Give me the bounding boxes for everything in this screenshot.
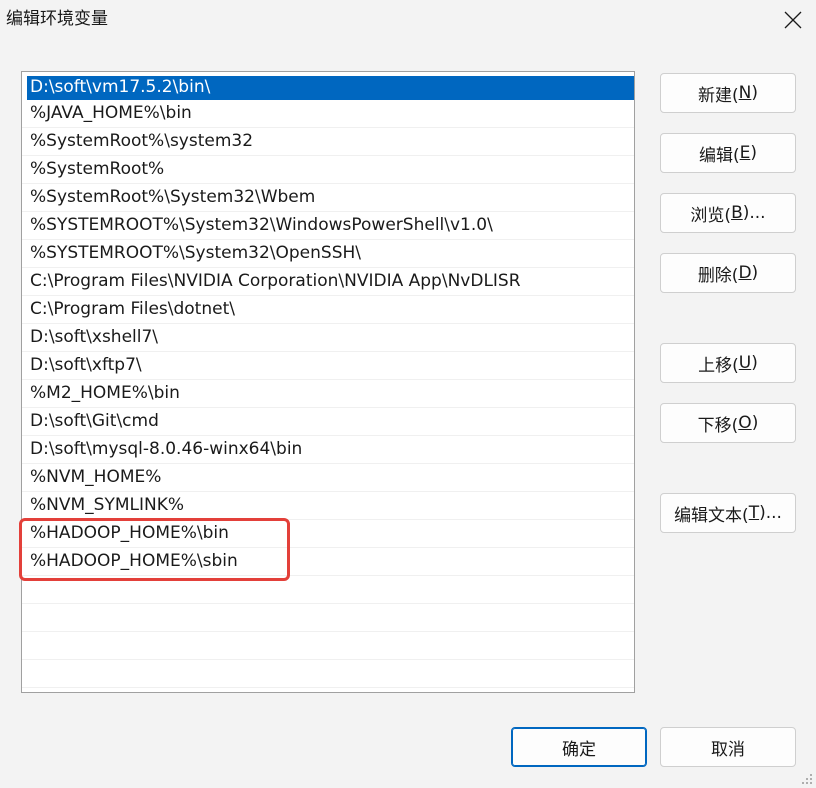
browse-accesskey: B [731,203,743,223]
delete-label-end: ) [751,263,759,283]
list-item[interactable]: D:\soft\xshell7\ [22,324,634,352]
edit-label: 编辑( [698,145,740,166]
list-item-text: %SYSTEMROOT%\System32\WindowsPowerShell\… [30,215,493,235]
list-item[interactable]: %SYSTEMROOT%\System32\WindowsPowerShell\… [22,212,634,240]
close-button[interactable] [770,0,816,40]
browse-label-end: )... [742,203,766,223]
list-item-text: %SystemRoot%\System32\Wbem [30,187,316,207]
list-item-text: D:\soft\mysql-8.0.46-winx64\bin [30,439,303,459]
list-item[interactable]: %NVM_SYMLINK% [22,492,634,520]
delete-button[interactable]: 删除(D) [660,253,796,293]
browse-button[interactable]: 浏览(B)... [660,193,796,233]
list-item-text: D:\soft\xshell7\ [30,327,159,347]
list-item-text: %NVM_SYMLINK% [30,495,185,515]
move-up-accesskey: U [738,353,752,373]
edit-label-end: ) [750,143,758,163]
edit-text-accesskey: T [748,503,760,523]
move-down-button[interactable]: 下移(O) [660,403,796,443]
edit-text-label-end: )... [759,503,782,523]
cancel-button[interactable]: 取消 [660,727,796,767]
list-item-text: C:\Program Files\NVIDIA Corporation\NVID… [30,271,521,291]
list-item[interactable]: D:\soft\xftp7\ [22,352,634,380]
new-label: 新建( [698,85,739,106]
ok-button[interactable]: 确定 [511,727,647,767]
list-item[interactable]: D:\soft\vm17.5.2\bin\ [22,72,634,100]
move-up-label-end: ) [751,353,758,373]
list-item[interactable]: %JAVA_HOME%\bin [22,100,634,128]
list-item[interactable]: %SystemRoot%\system32 [22,128,634,156]
list-item[interactable]: %M2_HOME%\bin [22,380,634,408]
list-item[interactable]: %SystemRoot%\System32\Wbem [22,184,634,212]
move-down-label: 下移( [697,415,739,436]
list-item-text: %SYSTEMROOT%\System32\OpenSSH\ [30,243,362,263]
path-list[interactable]: D:\soft\vm17.5.2\bin\ %JAVA_HOME%\bin %Sys… [21,71,635,693]
list-item[interactable]: %SystemRoot% [22,156,634,184]
list-item[interactable]: C:\Program Files\dotnet\ [22,296,634,324]
empty-list-row[interactable] [22,604,634,632]
list-item[interactable]: D:\soft\Git\cmd [22,408,634,436]
move-down-accesskey: O [738,413,752,433]
empty-list-row[interactable] [22,576,634,604]
edit-text-button[interactable]: 编辑文本(T)... [660,493,796,533]
new-accesskey: N [738,83,752,103]
empty-list-row[interactable] [22,632,634,660]
list-item[interactable]: %HADOOP_HOME%\bin [22,520,634,548]
move-up-button[interactable]: 上移(U) [660,343,796,383]
edit-text-label: 编辑文本( [674,505,749,526]
list-item[interactable]: %NVM_HOME% [22,464,634,492]
edit-accesskey: E [739,143,751,163]
browse-label: 浏览( [690,205,732,226]
list-item-text: D:\soft\vm17.5.2\bin\ [27,76,634,100]
list-item[interactable]: %HADOOP_HOME%\sbin [22,548,634,576]
list-item-text: %HADOOP_HOME%\sbin [30,551,238,571]
list-item-text: %NVM_HOME% [30,467,162,487]
move-down-label-end: ) [751,413,759,433]
resize-grip-icon[interactable] [801,773,813,785]
list-item[interactable]: %SYSTEMROOT%\System32\OpenSSH\ [22,240,634,268]
list-item-text: D:\soft\Git\cmd [30,411,159,431]
edit-button[interactable]: 编辑(E) [660,133,796,173]
list-item-text: %HADOOP_HOME%\bin [30,523,229,543]
delete-label: 删除( [697,265,739,286]
title-bar: 编辑环境变量 [0,0,816,40]
list-item-text: %M2_HOME%\bin [30,383,180,403]
empty-list-row[interactable] [22,660,634,688]
list-item-text: C:\Program Files\dotnet\ [30,299,235,319]
list-item-text: D:\soft\xftp7\ [30,355,142,375]
move-up-label: 上移( [698,355,739,376]
list-item-text: %SystemRoot%\system32 [30,131,254,151]
new-label-end: ) [751,83,758,103]
window-title: 编辑环境变量 [6,9,108,29]
list-item[interactable]: C:\Program Files\NVIDIA Corporation\NVID… [22,268,634,296]
list-item[interactable]: D:\soft\mysql-8.0.46-winx64\bin [22,436,634,464]
delete-accesskey: D [738,263,752,283]
list-item-text: %SystemRoot% [30,159,165,179]
new-button[interactable]: 新建(N) [660,73,796,113]
list-item-text: %JAVA_HOME%\bin [30,103,192,123]
close-icon [784,11,802,29]
